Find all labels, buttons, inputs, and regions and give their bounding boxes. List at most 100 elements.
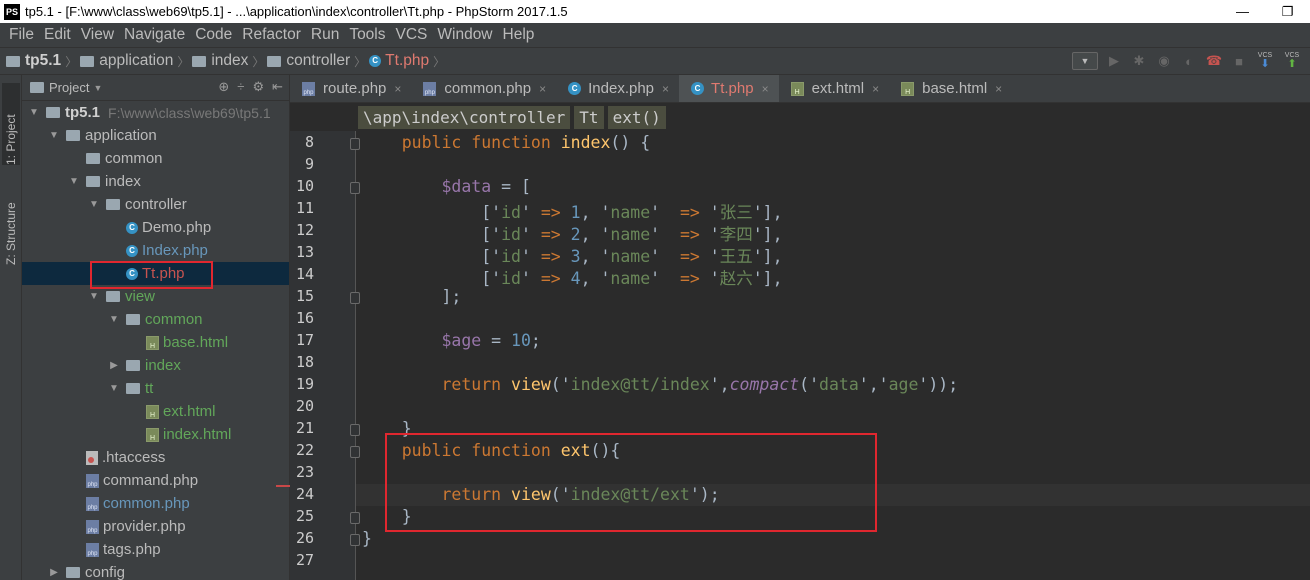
fold-marker-icon[interactable] (350, 182, 360, 194)
code-line[interactable]: ['id' => 2, 'name' => '李四'], (362, 221, 782, 244)
collapse-icon[interactable]: ÷ (237, 79, 244, 95)
editor-tab[interactable]: Hext.html × (779, 75, 890, 102)
fold-marker-icon[interactable] (350, 292, 360, 304)
code-line[interactable]: $age = 10; (362, 331, 540, 353)
breadcrumb-class[interactable]: Tt (574, 105, 604, 129)
code-line[interactable]: ['id' => 3, 'name' => '王五'], (362, 243, 782, 266)
restore-button[interactable]: ❐ (1265, 0, 1310, 23)
chevron-right-icon[interactable]: ▶ (46, 567, 62, 578)
menu-window[interactable]: Window (432, 26, 497, 44)
breadcrumb-method[interactable]: ext() (607, 105, 666, 129)
menu-view[interactable]: View (76, 26, 119, 44)
close-icon[interactable]: × (995, 82, 1002, 96)
gear-icon[interactable]: ⚙ (252, 79, 264, 95)
chevron-down-icon[interactable]: ▼ (26, 107, 42, 118)
tree-item[interactable]: php command.php (22, 469, 289, 492)
structure-tool-tab[interactable]: Z: Structure (2, 175, 20, 265)
menu-code[interactable]: Code (190, 26, 237, 44)
minimize-button[interactable]: — (1220, 0, 1265, 23)
vcs-update-icon[interactable]: VCS ⬇ (1255, 51, 1275, 71)
close-icon[interactable]: × (762, 82, 769, 96)
close-icon[interactable]: × (872, 82, 879, 96)
tree-item[interactable]: ▼ tt (22, 377, 289, 400)
nav-crumb-application[interactable]: application 〉 (80, 52, 189, 70)
chevron-down-icon[interactable]: ▼ (93, 83, 102, 93)
chevron-down-icon[interactable]: ▼ (66, 176, 82, 187)
code-line[interactable]: return view('index@tt/ext'); (362, 485, 719, 507)
code-line[interactable]: } (362, 507, 412, 529)
tree-item[interactable]: .htaccess (22, 446, 289, 469)
debug-icon[interactable]: ✱ (1130, 52, 1148, 70)
tree-item[interactable]: Hbase.html (22, 331, 289, 354)
code-line[interactable]: ['id' => 4, 'name' => '赵六'], (362, 265, 782, 288)
code-line[interactable]: $data = [ (362, 177, 530, 199)
chevron-right-icon[interactable]: ▶ (106, 360, 122, 371)
editor-tab[interactable]: C Index.php × (556, 75, 679, 102)
menu-refactor[interactable]: Refactor (237, 26, 306, 44)
tree-item[interactable]: ▶ index (22, 354, 289, 377)
fold-marker-icon[interactable] (350, 424, 360, 436)
menu-run[interactable]: Run (306, 26, 344, 44)
hide-icon[interactable]: ⇤ (272, 79, 283, 95)
code-line[interactable]: } (362, 529, 372, 551)
locate-icon[interactable]: ⊕ (218, 79, 229, 95)
chevron-down-icon[interactable]: ▼ (106, 314, 122, 325)
tree-item[interactable]: common (22, 147, 289, 170)
fold-marker-icon[interactable] (350, 534, 360, 546)
editor-tab[interactable]: php route.php × (290, 75, 411, 102)
stop-icon[interactable]: ■ (1230, 52, 1248, 70)
chevron-down-icon[interactable]: ▼ (86, 291, 102, 302)
close-icon[interactable]: × (539, 82, 546, 96)
breadcrumb-namespace[interactable]: \app\index\controller (358, 105, 571, 129)
coverage-icon[interactable]: ◉ (1155, 52, 1173, 70)
code-line[interactable]: } (362, 419, 412, 441)
tree-item[interactable]: Hindex.html (22, 423, 289, 446)
run-icon[interactable]: ▶ (1105, 52, 1123, 70)
tree-item[interactable]: C Index.php (22, 239, 289, 262)
nav-crumb-file[interactable]: C Tt.php 〉 (369, 52, 445, 70)
tree-item[interactable]: Hext.html (22, 400, 289, 423)
tree-item[interactable]: ▼ controller (22, 193, 289, 216)
run-config-dropdown[interactable]: ▼ (1072, 52, 1098, 70)
tree-item[interactable]: ▶ config (22, 561, 289, 580)
vcs-commit-icon[interactable]: VCS ⬆ (1282, 51, 1302, 71)
fold-marker-icon[interactable] (350, 512, 360, 524)
chevron-down-icon[interactable]: ▼ (86, 199, 102, 210)
profile-icon[interactable]: ◐ (1180, 52, 1198, 70)
menu-navigate[interactable]: Navigate (119, 26, 190, 44)
nav-crumb-index[interactable]: index 〉 (192, 52, 264, 70)
chevron-down-icon[interactable]: ▼ (106, 383, 122, 394)
tree-item[interactable]: C Demo.php (22, 216, 289, 239)
tree-item[interactable]: ▼ index (22, 170, 289, 193)
chevron-down-icon[interactable]: ▼ (46, 130, 62, 141)
close-icon[interactable]: × (662, 82, 669, 96)
tree-item[interactable]: php tags.php (22, 538, 289, 561)
project-tool-tab[interactable]: 1: Project (2, 83, 20, 165)
menu-tools[interactable]: Tools (344, 26, 390, 44)
menu-help[interactable]: Help (498, 26, 540, 44)
code-line[interactable]: return view('index@tt/index',compact('da… (362, 375, 958, 397)
close-icon[interactable]: × (394, 82, 401, 96)
project-panel-title[interactable]: Project (49, 80, 89, 95)
menu-vcs[interactable]: VCS (391, 26, 433, 44)
editor-tab[interactable]: C Tt.php × (679, 75, 779, 102)
fold-marker-icon[interactable] (350, 138, 360, 150)
nav-crumb-controller[interactable]: controller 〉 (267, 52, 366, 70)
menu-edit[interactable]: Edit (39, 26, 76, 44)
tree-item[interactable]: ▼ tp5.1 F:\www\class\web69\tp5.1 (22, 101, 289, 124)
fold-marker-icon[interactable] (350, 446, 360, 458)
editor-tab[interactable]: Hbase.html × (889, 75, 1012, 102)
editor-tab[interactable]: php common.php × (411, 75, 556, 102)
tree-item[interactable]: ▼ common (22, 308, 289, 331)
tree-item[interactable]: ▼ view (22, 285, 289, 308)
menu-file[interactable]: File (4, 26, 39, 44)
code-line[interactable]: public function index() { (362, 133, 650, 155)
code-line[interactable]: public function ext(){ (362, 441, 621, 463)
nav-crumb-project[interactable]: tp5.1 〉 (6, 52, 77, 70)
tree-item[interactable]: ▼ application (22, 124, 289, 147)
code-line[interactable]: ]; (362, 287, 461, 309)
tree-item[interactable]: php common.php (22, 492, 289, 515)
listen-debug-icon[interactable]: ☎ (1205, 52, 1223, 70)
tree-item[interactable]: php provider.php (22, 515, 289, 538)
code-line[interactable]: ['id' => 1, 'name' => '张三'], (362, 199, 782, 222)
